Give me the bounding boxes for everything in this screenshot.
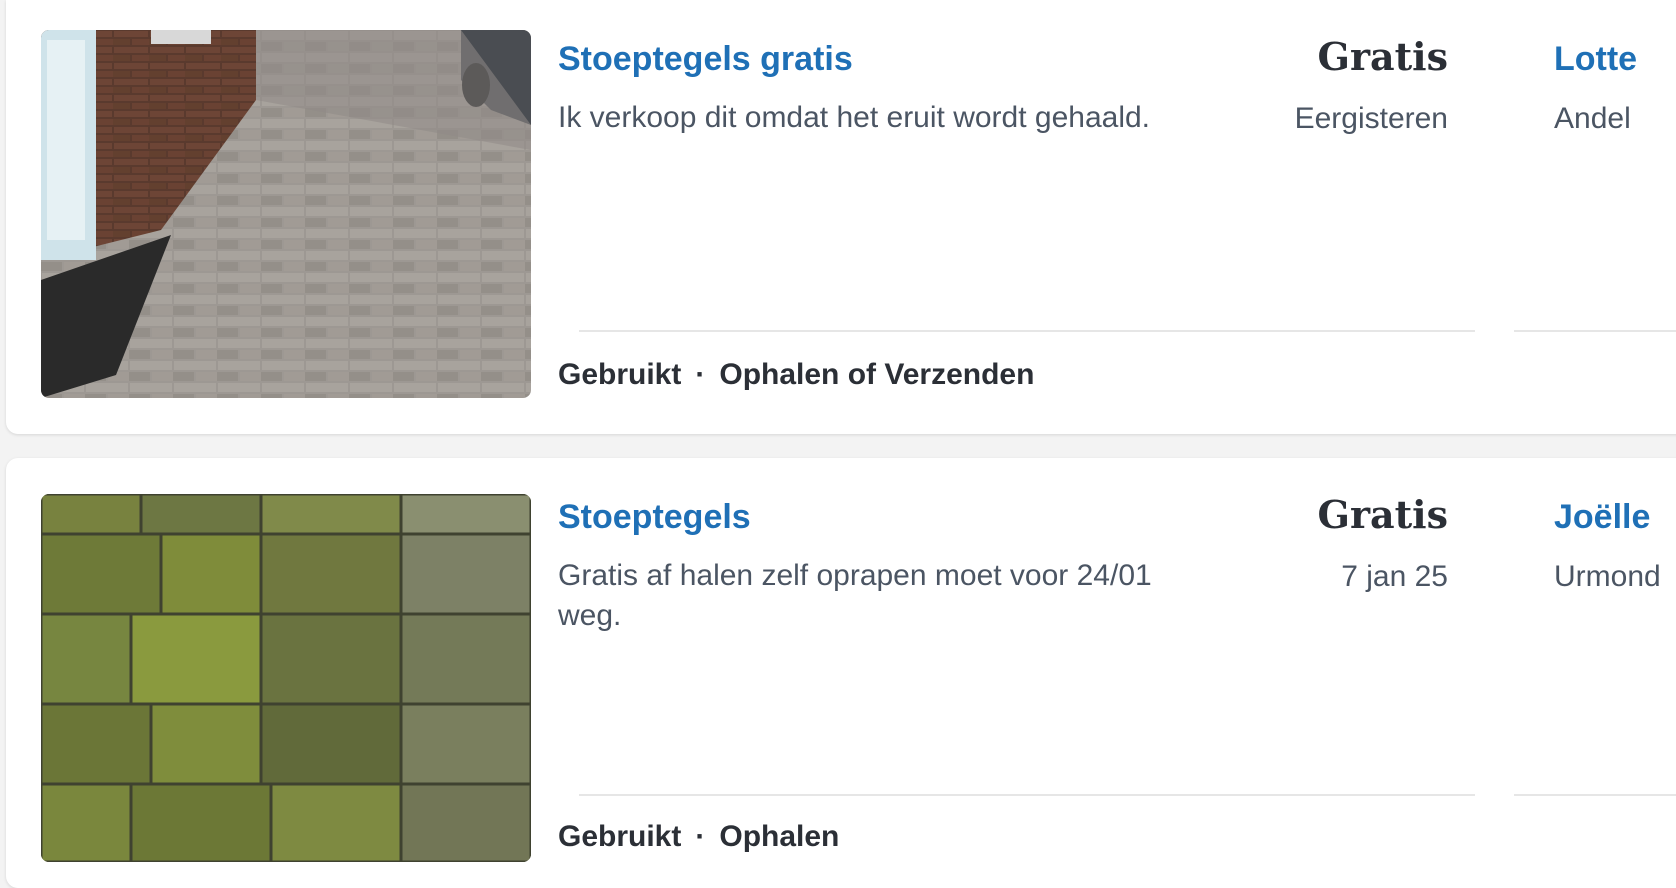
divider	[579, 794, 1475, 796]
condition-label: Gebruikt	[558, 820, 682, 853]
listing-date: Eergisteren	[1294, 102, 1448, 135]
delivery-label: Ophalen of Verzenden	[719, 358, 1035, 391]
listing-title-link[interactable]: Stoeptegels	[558, 498, 751, 537]
listing-description: Gratis af halen zelf oprapen moet voor 2…	[558, 559, 1152, 632]
listing-card[interactable]: Stoeptegels Gratis af halen zelf oprapen…	[6, 458, 1676, 888]
attribute-separator: ·	[695, 358, 706, 391]
divider	[1514, 794, 1676, 796]
seller-location: Urmond	[1554, 560, 1661, 593]
listing-title-link[interactable]: Stoeptegels gratis	[558, 40, 853, 79]
listing-price: Gratis	[1317, 492, 1448, 537]
seller-location: Andel	[1554, 102, 1631, 135]
divider	[1514, 330, 1676, 332]
listing-description: Ik verkoop dit omdat het eruit wordt geh…	[558, 101, 1151, 134]
listing-attributes: Gebruikt · Ophalen of Verzenden	[558, 358, 1034, 392]
listing-thumbnail[interactable]	[41, 494, 531, 862]
listing-card[interactable]: Stoeptegels gratis Ik verkoop dit omdat …	[6, 0, 1676, 434]
seller-name-link[interactable]: Joëlle	[1554, 498, 1650, 537]
listing-date: 7 jan 25	[1341, 560, 1448, 593]
delivery-label: Ophalen	[719, 820, 840, 853]
paving-driveway-photo	[41, 30, 531, 398]
mossy-tiles-photo	[41, 494, 531, 862]
divider	[579, 330, 1475, 332]
condition-label: Gebruikt	[558, 358, 682, 391]
listing-thumbnail[interactable]	[41, 30, 531, 398]
attribute-separator: ·	[695, 820, 706, 853]
listing-price: Gratis	[1317, 34, 1448, 79]
listing-attributes: Gebruikt · Ophalen	[558, 820, 839, 854]
seller-name-link[interactable]: Lotte	[1554, 40, 1637, 79]
